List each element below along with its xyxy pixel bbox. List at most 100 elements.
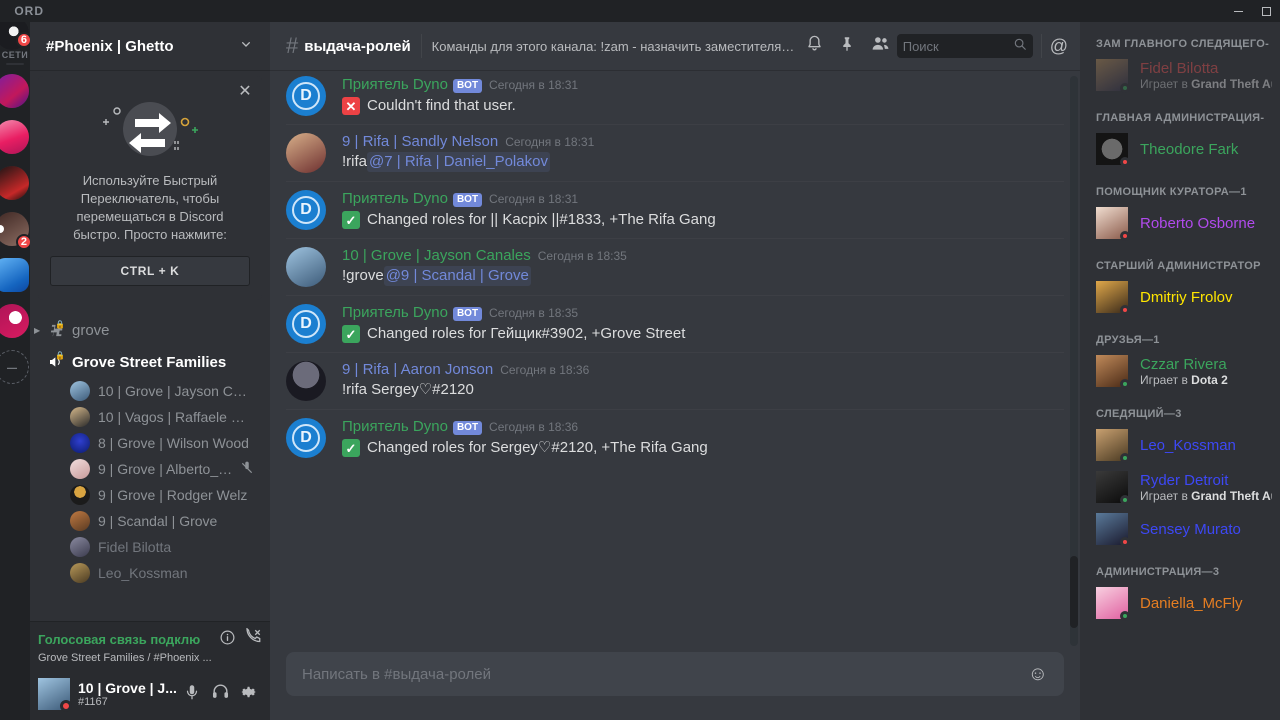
scrollbar-thumb[interactable] (1070, 556, 1078, 628)
voice-member[interactable]: 10 | Grove | Jayson Canales (70, 378, 270, 404)
message-input[interactable]: Написать в #выдача-ролей ☺ (286, 652, 1064, 696)
maximize-icon[interactable] (1252, 0, 1280, 22)
member-list[interactable]: ЗАМ ГЛАВНОГО СЛЕДЯЩЕГО- Fidel Bilotta Иг… (1080, 22, 1280, 720)
disconnect-call-icon[interactable] (244, 627, 262, 651)
server-icon-2[interactable] (0, 68, 30, 114)
microphone-icon[interactable] (183, 683, 201, 706)
member-row[interactable]: Sensey Murato (1080, 508, 1280, 550)
info-icon[interactable] (219, 629, 236, 651)
status-badge (1120, 495, 1130, 505)
channel-sidebar: #Phoenix | Ghetto ✕ Используйте Быстрый … (30, 22, 270, 720)
server-icon-7[interactable] (0, 298, 30, 344)
check-mark-emoji: ✓ (342, 325, 360, 343)
member-row[interactable]: Leo_Kossman (1080, 424, 1280, 466)
message-timestamp: Сегодня в 18:36 (489, 420, 579, 434)
voice-member[interactable]: 10 | Vagos | Raffaele Brown (70, 404, 270, 430)
voice-member[interactable]: Fidel Bilotta (70, 534, 270, 560)
member-group-title: ГЛАВНАЯ АДМИНИСТРАЦИЯ- (1096, 112, 1265, 124)
message-author[interactable]: Приятель Dyno (342, 76, 448, 93)
server-icon-1[interactable]: 6 (0, 22, 30, 50)
avatar[interactable] (286, 361, 326, 401)
quick-switcher-illustration (50, 94, 250, 164)
voice-member-name: Fidel Bilotta (98, 539, 172, 555)
message-author[interactable]: Приятель Dyno (342, 418, 448, 435)
message-scrollbar[interactable] (1070, 76, 1078, 646)
gear-icon[interactable] (240, 683, 258, 706)
avatar (1096, 207, 1130, 241)
window-titlebar: ORD (0, 0, 1280, 22)
avatar[interactable]: D (286, 304, 326, 344)
channel-text-grove[interactable]: ▶ 🔒 grove (34, 314, 262, 346)
member-row[interactable]: Theodore Fark (1080, 128, 1280, 170)
search-placeholder: Поиск (902, 38, 939, 54)
server-icon-5[interactable]: 2 (0, 206, 30, 252)
avatar (70, 537, 90, 557)
members-icon[interactable] (870, 33, 891, 59)
avatar[interactable] (286, 247, 326, 287)
composer-area: Написать в #выдача-ролей ☺ (270, 652, 1080, 720)
bell-icon[interactable] (805, 34, 824, 58)
avatar[interactable] (38, 678, 72, 712)
voice-member[interactable]: 9 | Grove | Rodger Welz (70, 482, 270, 508)
member-row[interactable]: Fidel Bilotta Играет в Grand Theft Auto … (1080, 54, 1280, 96)
bot-badge: BOT (452, 79, 483, 93)
member-group-title: ЗАМ ГЛАВНОГО СЛЕДЯЩЕГО- (1096, 38, 1270, 50)
message-text: !grove (342, 267, 384, 284)
avatar[interactable]: D (286, 76, 326, 116)
message: 10 | Grove | Jayson Canales Сегодня в 18… (270, 239, 1080, 295)
message-author[interactable]: 9 | Rifa | Sandly Nelson (342, 133, 498, 150)
channel-name: Grove Street Families (72, 353, 227, 371)
quick-switcher-text: Используйте Быстрый Переключатель, чтобы… (73, 173, 227, 242)
member-name: Czzar Rivera (1140, 355, 1227, 373)
guild-header[interactable]: #Phoenix | Ghetto (30, 22, 270, 70)
avatar (1096, 587, 1130, 621)
message-author[interactable]: 10 | Grove | Jayson Canales (342, 247, 531, 264)
voice-member[interactable]: 8 | Grove | Wilson Wood (70, 430, 270, 456)
member-row[interactable]: Czzar Rivera Играет в Dota 2 (1080, 350, 1280, 392)
user-mention[interactable]: @7 | Rifa | Daniel_Polakov (367, 152, 550, 172)
message-author[interactable]: 9 | Rifa | Aaron Jonson (342, 361, 493, 378)
badge-count: 2 (15, 234, 30, 250)
server-icon-3[interactable] (0, 114, 30, 160)
hash-icon: # (286, 33, 299, 58)
voice-member[interactable]: Leo_Kossman (70, 560, 270, 586)
bot-badge: BOT (452, 307, 483, 321)
discord-window: ORD 6 СЕТИ 2 – #Phoenix | Ghetto ✕ Испол… (0, 0, 1280, 720)
composer-placeholder: Написать в #выдача-ролей (302, 665, 492, 683)
channel-name: grove (72, 321, 110, 339)
emoji-icon[interactable]: ☺ (1028, 663, 1048, 686)
voice-member[interactable]: 9 | Grove | Alberto_M... (70, 456, 270, 482)
close-icon[interactable]: ✕ (236, 82, 254, 100)
at-mention-icon[interactable]: @ (1050, 36, 1068, 57)
avatar (1096, 59, 1130, 93)
avatar[interactable] (286, 133, 326, 173)
pin-icon[interactable] (838, 35, 856, 58)
chevron-down-icon[interactable] (238, 36, 254, 56)
server-icon-4[interactable] (0, 160, 30, 206)
avatar[interactable]: D (286, 418, 326, 458)
search-input[interactable]: Поиск (896, 34, 1033, 58)
channel-list: ▶ 🔒 grove 🔒 Grove Street Families 10 | G… (30, 300, 270, 621)
avatar (1096, 429, 1130, 463)
search-icon (1013, 37, 1027, 56)
member-row[interactable]: Daniella_McFly (1080, 582, 1280, 624)
channel-voice-grove-street-families[interactable]: 🔒 Grove Street Families (38, 346, 262, 378)
message-author[interactable]: Приятель Dyno (342, 304, 448, 321)
member-row[interactable]: Dmitriy Frolov (1080, 276, 1280, 318)
minimize-icon[interactable] (1224, 0, 1252, 22)
member-row[interactable]: Roberto Osborne (1080, 202, 1280, 244)
add-server-button[interactable]: – (0, 344, 30, 390)
member-row[interactable]: Ryder Detroit Играет в Grand Theft Auto … (1080, 466, 1280, 508)
lock-badge-icon: 🔒 (55, 319, 65, 329)
server-icon-6[interactable] (0, 252, 30, 298)
headphones-icon[interactable] (211, 682, 230, 706)
status-badge (1120, 157, 1130, 167)
channel-title: выдача-ролей (304, 37, 411, 55)
collapse-arrow-icon[interactable]: ▶ (34, 326, 40, 335)
voice-member-name: 10 | Grove | Jayson Canales (98, 383, 254, 399)
voice-member[interactable]: 9 | Scandal | Grove (70, 508, 270, 534)
avatar[interactable]: D (286, 190, 326, 230)
server-rail[interactable]: 6 СЕТИ 2 – (0, 22, 30, 720)
user-mention[interactable]: @9 | Scandal | Grove (383, 266, 531, 286)
message-author[interactable]: Приятель Dyno (342, 190, 448, 207)
